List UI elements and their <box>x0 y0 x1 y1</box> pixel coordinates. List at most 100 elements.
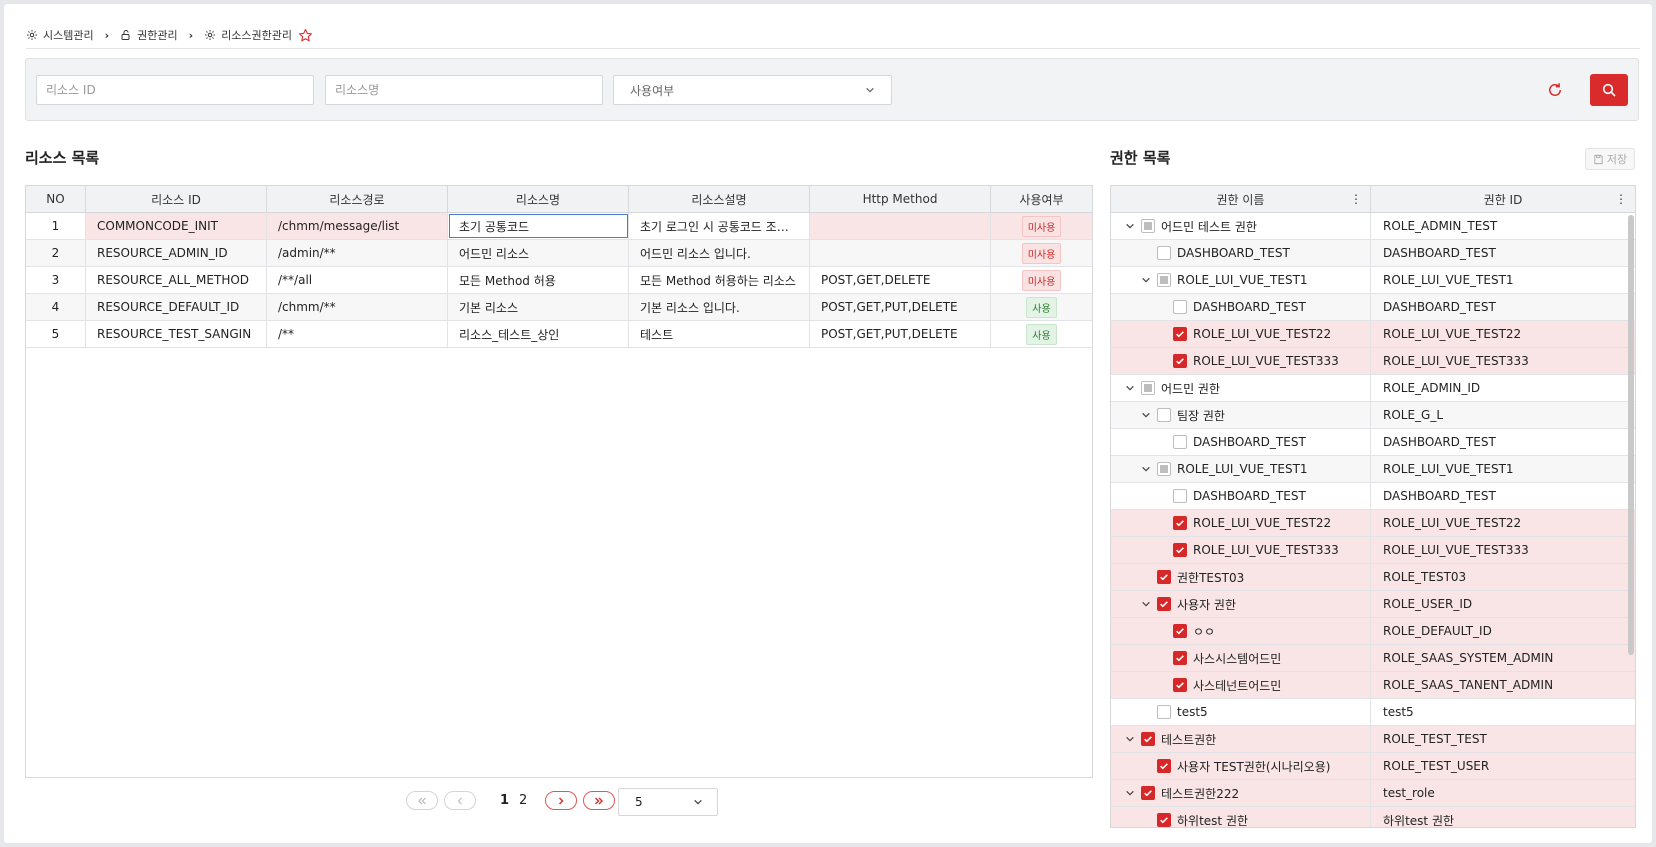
column-header-auth-id[interactable]: 권한 ID ⋮ <box>1371 186 1635 212</box>
checkbox[interactable] <box>1141 219 1155 233</box>
tree-row[interactable]: 사용자 권한 ROLE_USER_ID <box>1111 591 1635 618</box>
checkbox[interactable] <box>1173 327 1187 341</box>
star-icon[interactable] <box>298 28 313 43</box>
checkbox[interactable] <box>1157 813 1171 827</box>
floppy-icon <box>1594 154 1603 164</box>
save-button[interactable]: 저장 <box>1585 148 1635 170</box>
chevron-down-icon[interactable] <box>1123 734 1137 744</box>
cell-auth-name: DASHBOARD_TEST <box>1111 240 1371 266</box>
tree-row[interactable]: ROLE_LUI_VUE_TEST22 ROLE_LUI_VUE_TEST22 <box>1111 510 1635 537</box>
tree-row[interactable]: 권한TEST03 ROLE_TEST03 <box>1111 564 1635 591</box>
tree-row[interactable]: 사스시스템어드민 ROLE_SAAS_SYSTEM_ADMIN <box>1111 645 1635 672</box>
breadcrumb-item-system[interactable]: 시스템관리 <box>26 27 94 43</box>
search-button[interactable] <box>1590 74 1628 106</box>
column-header[interactable]: 리소스설명 <box>629 186 810 212</box>
tree-row[interactable]: 테스트권한 ROLE_TEST_TEST <box>1111 726 1635 753</box>
tree-row[interactable]: DASHBOARD_TEST DASHBOARD_TEST <box>1111 294 1635 321</box>
tree-row[interactable]: 테스트권한222 test_role <box>1111 780 1635 807</box>
last-page-button[interactable] <box>583 791 616 810</box>
page-size-select[interactable]: 5 <box>618 788 718 816</box>
tree-row[interactable]: 어드민 권한 ROLE_ADMIN_ID <box>1111 375 1635 402</box>
auth-name: 사용자 권한 <box>1177 597 1237 612</box>
checkbox[interactable] <box>1157 759 1171 773</box>
tree-row[interactable]: 사용자 TEST권한(시나리오용) ROLE_TEST_USER <box>1111 753 1635 780</box>
tree-row[interactable]: 팀장 권한 ROLE_G_L <box>1111 402 1635 429</box>
table-row[interactable]: 1 COMMONCODE_INIT /chmm/message/list 초기 … <box>26 213 1092 240</box>
resource-grid: NO 리소스 ID 리소스경로 리소스명 리소스설명 Http Method 사… <box>25 185 1093 778</box>
checkbox[interactable] <box>1173 543 1187 557</box>
tree-row[interactable]: ROLE_LUI_VUE_TEST22 ROLE_LUI_VUE_TEST22 <box>1111 321 1635 348</box>
chevron-down-icon[interactable] <box>1139 599 1153 609</box>
column-header-auth-name[interactable]: 권한 이름 ⋮ <box>1111 186 1371 212</box>
checkbox[interactable] <box>1157 705 1171 719</box>
column-header[interactable]: 리소스 ID <box>86 186 267 212</box>
prev-page-button[interactable] <box>444 791 476 810</box>
checkbox[interactable] <box>1173 354 1187 368</box>
use-select[interactable]: 사용여부 <box>613 75 892 105</box>
chevron-down-icon[interactable] <box>1139 410 1153 420</box>
tree-row[interactable]: ㅇㅇ ROLE_DEFAULT_ID <box>1111 618 1635 645</box>
auth-name: test5 <box>1177 705 1208 719</box>
checkbox[interactable] <box>1141 786 1155 800</box>
tree-row[interactable]: ROLE_LUI_VUE_TEST333 ROLE_LUI_VUE_TEST333 <box>1111 348 1635 375</box>
checkbox[interactable] <box>1157 597 1171 611</box>
checkbox[interactable] <box>1173 678 1187 692</box>
resource-grid-header: NO 리소스 ID 리소스경로 리소스명 리소스설명 Http Method 사… <box>26 186 1092 213</box>
first-page-button[interactable] <box>406 791 438 810</box>
tree-row[interactable]: 어드민 테스트 권한 ROLE_ADMIN_TEST <box>1111 213 1635 240</box>
tree-row[interactable]: DASHBOARD_TEST DASHBOARD_TEST <box>1111 429 1635 456</box>
checkbox[interactable] <box>1173 651 1187 665</box>
checkbox[interactable] <box>1173 516 1187 530</box>
chevron-down-icon[interactable] <box>1123 221 1137 231</box>
column-header[interactable]: 리소스명 <box>448 186 629 212</box>
table-row[interactable]: 2 RESOURCE_ADMIN_ID /admin/** 어드민 리소스 어드… <box>26 240 1092 267</box>
chevron-down-icon[interactable] <box>1139 275 1153 285</box>
chevron-down-icon[interactable] <box>1139 464 1153 474</box>
checkbox[interactable] <box>1157 570 1171 584</box>
tree-row[interactable]: 하위test 권한 하위test 권한 <box>1111 807 1635 827</box>
table-row[interactable]: 5 RESOURCE_TEST_SANGIN /** 리소스_테스트_상인 테스… <box>26 321 1092 348</box>
page-number[interactable]: 2 <box>519 793 527 808</box>
kebab-menu-icon[interactable]: ⋮ <box>1615 192 1627 206</box>
breadcrumb-item-auth[interactable]: 권한관리 <box>120 27 178 43</box>
checkbox[interactable] <box>1173 489 1187 503</box>
cell-id: RESOURCE_TEST_SANGIN <box>86 321 267 347</box>
checkbox[interactable] <box>1157 462 1171 476</box>
column-header[interactable]: Http Method <box>810 186 991 212</box>
checkbox[interactable] <box>1157 246 1171 260</box>
checkbox[interactable] <box>1173 300 1187 314</box>
tree-row[interactable]: ROLE_LUI_VUE_TEST1 ROLE_LUI_VUE_TEST1 <box>1111 456 1635 483</box>
page-number[interactable]: 1 <box>500 793 509 808</box>
next-page-button[interactable] <box>545 791 578 810</box>
column-header[interactable]: NO <box>26 186 86 212</box>
checkbox[interactable] <box>1173 435 1187 449</box>
vertical-scrollbar[interactable] <box>1628 215 1634 655</box>
table-row[interactable]: 4 RESOURCE_DEFAULT_ID /chmm/** 기본 리소스 기본… <box>26 294 1092 321</box>
tree-row[interactable]: 사스테넌트어드민 ROLE_SAAS_TANENT_ADMIN <box>1111 672 1635 699</box>
checkbox[interactable] <box>1141 732 1155 746</box>
cell-desc: 모든 Method 허용하는 리소스 <box>629 267 810 293</box>
tree-row[interactable]: ROLE_LUI_VUE_TEST1 ROLE_LUI_VUE_TEST1 <box>1111 267 1635 294</box>
status-badge: 미사용 <box>1021 215 1062 237</box>
tree-row[interactable]: DASHBOARD_TEST DASHBOARD_TEST <box>1111 240 1635 267</box>
auth-name: DASHBOARD_TEST <box>1177 246 1290 260</box>
chevron-down-icon[interactable] <box>1123 383 1137 393</box>
resource-id-input[interactable] <box>36 75 314 105</box>
table-row[interactable]: 3 RESOURCE_ALL_METHOD /**/all 모든 Method … <box>26 267 1092 294</box>
chevron-down-icon[interactable] <box>1123 788 1137 798</box>
column-header[interactable]: 사용여부 <box>991 186 1092 212</box>
resource-name-input[interactable] <box>325 75 603 105</box>
kebab-menu-icon[interactable]: ⋮ <box>1350 192 1362 206</box>
checkbox[interactable] <box>1157 273 1171 287</box>
tree-row[interactable]: test5 test5 <box>1111 699 1635 726</box>
cell-name[interactable]: 초기 공통코드 <box>448 213 629 239</box>
checkbox[interactable] <box>1141 381 1155 395</box>
column-header[interactable]: 리소스경로 <box>267 186 448 212</box>
tree-row[interactable]: ROLE_LUI_VUE_TEST333 ROLE_LUI_VUE_TEST333 <box>1111 537 1635 564</box>
checkbox[interactable] <box>1173 624 1187 638</box>
cell-auth-name: test5 <box>1111 699 1371 725</box>
checkbox[interactable] <box>1157 408 1171 422</box>
refresh-icon[interactable] <box>1546 81 1564 99</box>
tree-row[interactable]: DASHBOARD_TEST DASHBOARD_TEST <box>1111 483 1635 510</box>
cell-desc: 기본 리소스 입니다. <box>629 294 810 320</box>
